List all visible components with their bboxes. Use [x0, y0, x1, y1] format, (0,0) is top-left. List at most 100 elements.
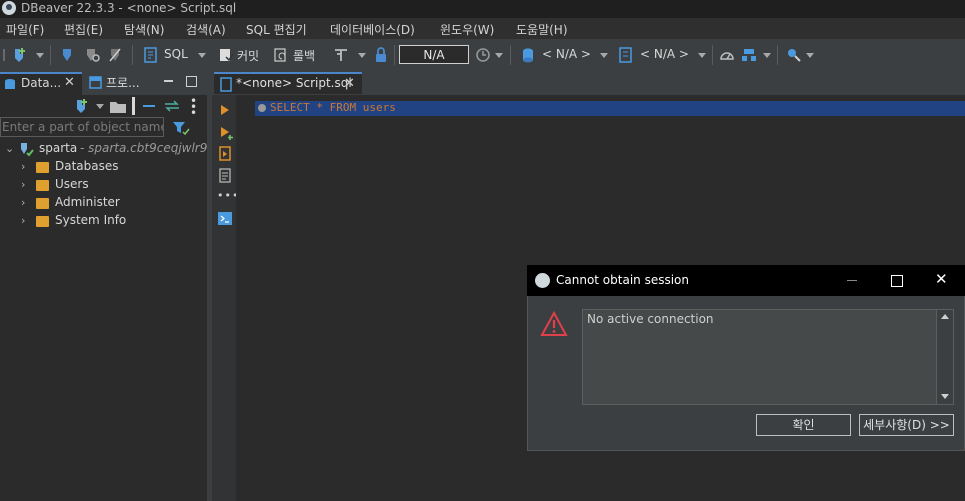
- transaction-log-icon[interactable]: [475, 47, 491, 63]
- minimize-icon[interactable]: [164, 80, 173, 82]
- navigator-toolbar: • • •: [0, 95, 207, 119]
- execute-script-icon[interactable]: [219, 146, 232, 161]
- tree-connection-name[interactable]: sparta: [39, 141, 77, 155]
- tab-database-navigator-label: Data...: [21, 76, 62, 90]
- invalidate-reconnect-icon[interactable]: [84, 47, 100, 63]
- search-icon[interactable]: [786, 47, 802, 63]
- link-with-editor-icon[interactable]: [163, 99, 181, 113]
- lock-icon[interactable]: [374, 47, 388, 63]
- close-icon[interactable]: ✕: [344, 76, 355, 91]
- dbeaver-logo-icon: [2, 1, 16, 15]
- database-navigator-icon: [5, 79, 15, 89]
- close-icon[interactable]: ✕: [64, 75, 75, 90]
- new-folder-icon[interactable]: [109, 98, 127, 114]
- tab-projects[interactable]: 프로...: [86, 74, 150, 93]
- connect-icon[interactable]: [60, 47, 74, 63]
- expand-chevron-icon[interactable]: ›: [21, 160, 25, 173]
- menu-edit[interactable]: 편집(E): [64, 21, 103, 38]
- sql-button[interactable]: SQL: [164, 47, 188, 61]
- toolbar-separator: [132, 45, 133, 65]
- menu-navigate[interactable]: 탐색(N): [124, 21, 164, 38]
- tab-database-navigator[interactable]: Data... ✕: [0, 72, 82, 95]
- new-connection-dropdown-icon[interactable]: [96, 104, 104, 109]
- scroll-down-icon[interactable]: [941, 394, 949, 399]
- output-console-icon[interactable]: [218, 212, 232, 225]
- window-title: DBeaver 22.3.3 - <none> Script.sql: [21, 1, 237, 15]
- main-toolbar: SQL 커밋 롤백 < N/A > < N/A >: [0, 39, 965, 72]
- details-button[interactable]: 세부사항(D) >>: [859, 414, 954, 436]
- dialog-title: Cannot obtain session: [556, 273, 689, 287]
- menu-database[interactable]: 데이터베이스(D): [330, 21, 415, 38]
- tree-item-label: Databases: [55, 159, 119, 173]
- execute-in-new-tab-icon[interactable]: [220, 126, 234, 140]
- commit-button[interactable]: 커밋: [237, 47, 259, 64]
- minimize-icon[interactable]: [847, 280, 857, 281]
- active-schema-selector[interactable]: < N/A >: [640, 47, 689, 61]
- new-connection-dropdown-icon[interactable]: [36, 53, 44, 58]
- active-datasource-selector[interactable]: < N/A >: [542, 47, 591, 61]
- transaction-mode-dropdown-icon[interactable]: [358, 53, 366, 58]
- sql-statement[interactable]: SELECT * FROM users: [270, 101, 396, 114]
- message-scrollbar[interactable]: [937, 309, 954, 405]
- dashboard-icon[interactable]: [719, 47, 735, 63]
- object-filter-input[interactable]: Enter a part of object name here: [0, 117, 164, 137]
- datasource-dropdown-icon[interactable]: [600, 53, 608, 58]
- menu-bar: 파일(F) 편집(E) 탐색(N) 검색(A) SQL 편집기 데이터베이스(D…: [0, 18, 965, 39]
- search-dropdown-icon[interactable]: [806, 53, 814, 58]
- tree-item-label: Administer: [55, 195, 120, 209]
- tree-connection-host: - sparta.cbt9ceqjwlr9.ap: [80, 141, 207, 155]
- menu-sql-editor[interactable]: SQL 편집기: [246, 21, 307, 38]
- maximize-icon[interactable]: [186, 76, 197, 87]
- expand-chevron-icon[interactable]: ›: [21, 214, 25, 227]
- execute-statement-icon[interactable]: [220, 104, 230, 116]
- menu-search[interactable]: 검색(A): [186, 21, 226, 38]
- scroll-up-icon[interactable]: [941, 314, 949, 319]
- datasource-icon[interactable]: [520, 47, 536, 63]
- tab-projects-label: 프로...: [106, 76, 140, 90]
- schema-dropdown-icon[interactable]: [698, 53, 706, 58]
- system-info-folder-icon: [36, 216, 49, 227]
- session-manager-dropdown-icon[interactable]: [763, 53, 771, 58]
- disconnect-icon[interactable]: [108, 47, 122, 63]
- view-menu-icon[interactable]: • • •: [190, 95, 197, 119]
- title-bar: DBeaver 22.3.3 - <none> Script.sql: [0, 0, 965, 18]
- users-folder-icon: [36, 180, 49, 191]
- maximize-icon[interactable]: [891, 275, 903, 287]
- toolbar-separator: [510, 45, 511, 65]
- menu-help[interactable]: 도움말(H): [516, 21, 568, 38]
- commit-icon[interactable]: [218, 47, 234, 63]
- rollback-button[interactable]: 롤백: [293, 47, 315, 64]
- session-manager-icon[interactable]: [741, 47, 757, 63]
- expand-chevron-icon[interactable]: ›: [21, 196, 25, 209]
- sql-dropdown-icon[interactable]: [198, 53, 206, 58]
- expand-chevron-icon[interactable]: ⌄: [5, 142, 14, 155]
- collapse-all-icon[interactable]: [141, 99, 157, 113]
- toolbar-grip: [3, 49, 5, 61]
- transaction-mode-field[interactable]: N/A: [399, 45, 469, 64]
- new-connection-icon[interactable]: [72, 98, 90, 114]
- transaction-log-dropdown-icon[interactable]: [495, 53, 503, 58]
- close-icon[interactable]: ✕: [935, 270, 948, 288]
- toolbar-separator: [712, 45, 713, 65]
- fold-marker-icon[interactable]: [258, 104, 266, 112]
- toolbar-separator: [777, 45, 778, 65]
- sql-script-icon: [220, 77, 232, 92]
- rollback-icon[interactable]: [273, 47, 289, 63]
- toolbar-separator: [132, 97, 135, 115]
- transaction-mode-icon[interactable]: [333, 47, 351, 63]
- error-warning-icon: [540, 311, 568, 336]
- new-connection-icon[interactable]: [10, 47, 28, 63]
- menu-file[interactable]: 파일(F): [6, 21, 44, 38]
- dbeaver-logo-icon: [535, 273, 550, 288]
- ok-button[interactable]: 확인: [756, 414, 851, 436]
- expand-chevron-icon[interactable]: ›: [21, 178, 25, 191]
- filter-icon[interactable]: [172, 120, 190, 136]
- tree-item-label: System Info: [55, 213, 127, 227]
- explain-plan-icon[interactable]: [219, 168, 232, 183]
- schema-icon[interactable]: [618, 47, 634, 63]
- databases-folder-icon: [36, 162, 49, 173]
- administer-folder-icon: [36, 198, 49, 209]
- sql-editor-icon[interactable]: [143, 47, 159, 63]
- menu-window[interactable]: 윈도우(W): [440, 21, 494, 38]
- tab-script-sql[interactable]: *<none> Script.sql ✕: [214, 72, 362, 94]
